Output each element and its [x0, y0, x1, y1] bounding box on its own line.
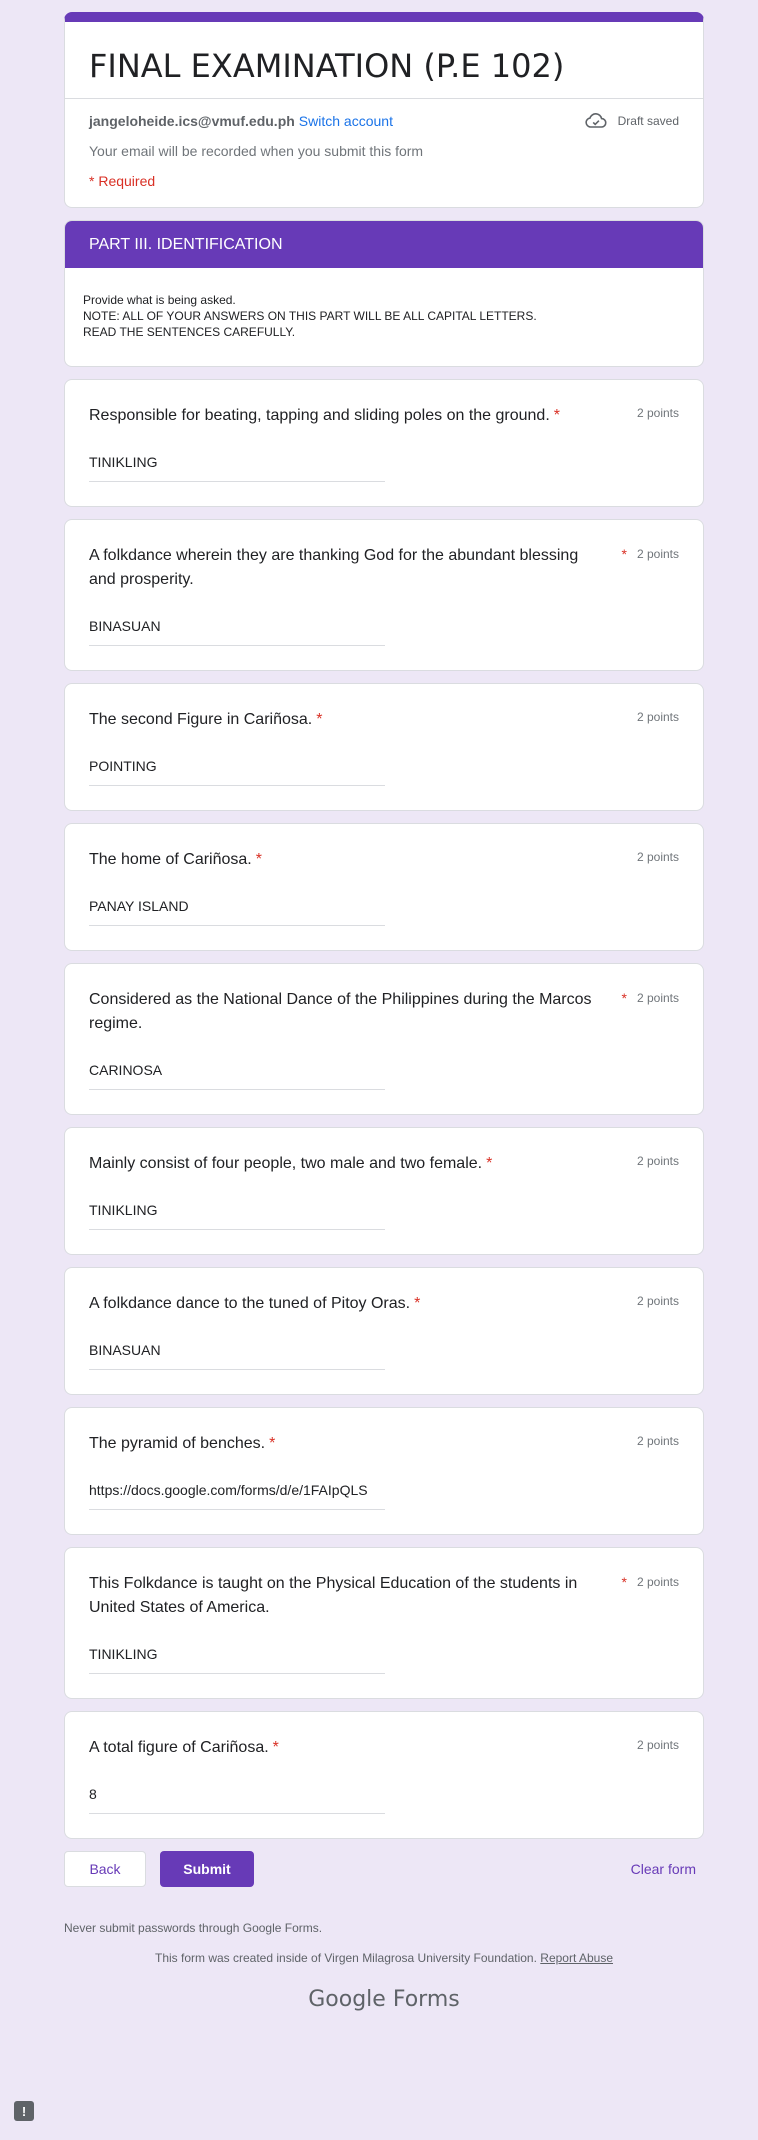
cloud-done-icon — [584, 109, 608, 133]
question-card: This Folkdance is taught on the Physical… — [64, 1547, 704, 1699]
submit-button[interactable]: Submit — [160, 1851, 254, 1887]
required-asterisk: * — [486, 1155, 493, 1172]
draft-status: Draft saved — [584, 109, 679, 133]
created-note: This form was created inside of Virgen M… — [64, 1951, 704, 1965]
question-card: A folkdance dance to the tuned of Pitoy … — [64, 1267, 704, 1395]
answer-input[interactable]: TINIKLING — [89, 454, 385, 482]
required-asterisk: * — [621, 546, 627, 562]
answer-input[interactable]: PANAY ISLAND — [89, 898, 385, 926]
brand-google: Google — [308, 1987, 386, 2012]
question-points: 2 points — [636, 1294, 679, 1308]
back-button[interactable]: Back — [64, 1851, 146, 1887]
question-title: The home of Cariñosa. * — [89, 851, 262, 868]
question-card: A total figure of Cariñosa. * 2 points 8 — [64, 1711, 704, 1839]
question-card: The second Figure in Cariñosa. * 2 points… — [64, 683, 704, 811]
question-points: 2 points — [636, 1575, 679, 1589]
question-title: A total figure of Cariñosa. * — [89, 1739, 279, 1756]
question-title: Responsible for beating, tapping and sli… — [89, 407, 561, 424]
report-abuse-link[interactable]: Report Abuse — [540, 1951, 613, 1965]
question-card: The pyramid of benches. * 2 points https:… — [64, 1407, 704, 1535]
question-points: 2 points — [636, 710, 679, 724]
question-title: The second Figure in Cariñosa. * — [89, 711, 323, 728]
question-card: Considered as the National Dance of the … — [64, 963, 704, 1115]
answer-input[interactable]: https://docs.google.com/forms/d/e/1FAIpQ… — [89, 1482, 385, 1510]
section-description: Provide what is being asked. NOTE: ALL O… — [83, 293, 537, 339]
question-card: The home of Cariñosa. * 2 points PANAY IS… — [64, 823, 704, 951]
answer-input[interactable]: TINIKLING — [89, 1646, 385, 1674]
question-title: Mainly consist of four people, two male … — [89, 1155, 493, 1172]
required-asterisk: * — [269, 1435, 276, 1452]
question-points: 2 points — [636, 1154, 679, 1168]
form-actions: Back Submit Clear form — [64, 1851, 704, 1887]
required-asterisk: * — [316, 711, 323, 728]
switch-account-link[interactable]: Switch account — [299, 113, 393, 129]
required-asterisk: * — [621, 1574, 627, 1590]
brand-forms: Forms — [392, 1987, 460, 2012]
required-asterisk: * — [272, 1739, 279, 1756]
required-asterisk: * — [621, 990, 627, 1006]
form-header-card: FINAL EXAMINATION (P.E 102) jangeloheide… — [64, 12, 704, 208]
required-note: * Required — [89, 173, 156, 189]
section-title: PART III. IDENTIFICATION — [65, 221, 703, 268]
question-points: 2 points — [636, 1434, 679, 1448]
account-row: jangeloheide.ics@vmuf.edu.ph Switch acco… — [65, 99, 703, 131]
required-asterisk: * — [255, 851, 262, 868]
form-container: FINAL EXAMINATION (P.E 102) jangeloheide… — [64, 12, 704, 2012]
question-card: Mainly consist of four people, two male … — [64, 1127, 704, 1255]
question-card: Responsible for beating, tapping and sli… — [64, 379, 704, 507]
question-title: Considered as the National Dance of the … — [89, 991, 592, 1032]
question-title: A folkdance wherein they are thanking Go… — [89, 547, 579, 588]
answer-input[interactable]: POINTING — [89, 758, 385, 786]
draft-status-text: Draft saved — [617, 114, 679, 128]
section-card: PART III. IDENTIFICATION Provide what is… — [64, 220, 704, 367]
clear-form-button[interactable]: Clear form — [623, 1853, 704, 1885]
question-title: The pyramid of benches. * — [89, 1435, 276, 1452]
question-points: 2 points — [636, 850, 679, 864]
answer-input[interactable]: BINASUAN — [89, 1342, 385, 1370]
email-recorded-note: Your email will be recorded when you sub… — [89, 143, 424, 159]
required-asterisk: * — [553, 407, 561, 424]
question-points: 2 points — [636, 1738, 679, 1752]
answer-input[interactable]: 8 — [89, 1786, 385, 1814]
answer-input[interactable]: TINIKLING — [89, 1202, 385, 1230]
question-points: 2 points — [636, 547, 679, 561]
answer-input[interactable]: BINASUAN — [89, 618, 385, 646]
question-points: 2 points — [636, 406, 679, 420]
password-warning: Never submit passwords through Google Fo… — [64, 1921, 323, 1935]
answer-input[interactable]: CARINOSA — [89, 1062, 385, 1090]
created-note-text: This form was created inside of Virgen M… — [154, 1951, 537, 1965]
account-email: jangeloheide.ics@vmuf.edu.ph — [89, 113, 295, 129]
form-title: FINAL EXAMINATION (P.E 102) — [89, 47, 565, 85]
question-title: A folkdance dance to the tuned of Pitoy … — [89, 1295, 421, 1312]
google-forms-logo[interactable]: Google Forms — [64, 1987, 704, 2012]
question-title: This Folkdance is taught on the Physical… — [89, 1575, 578, 1616]
feedback-icon[interactable]: ! — [14, 2101, 34, 2121]
question-points: 2 points — [636, 991, 679, 1005]
required-asterisk: * — [414, 1295, 421, 1312]
question-card: A folkdance wherein they are thanking Go… — [64, 519, 704, 671]
